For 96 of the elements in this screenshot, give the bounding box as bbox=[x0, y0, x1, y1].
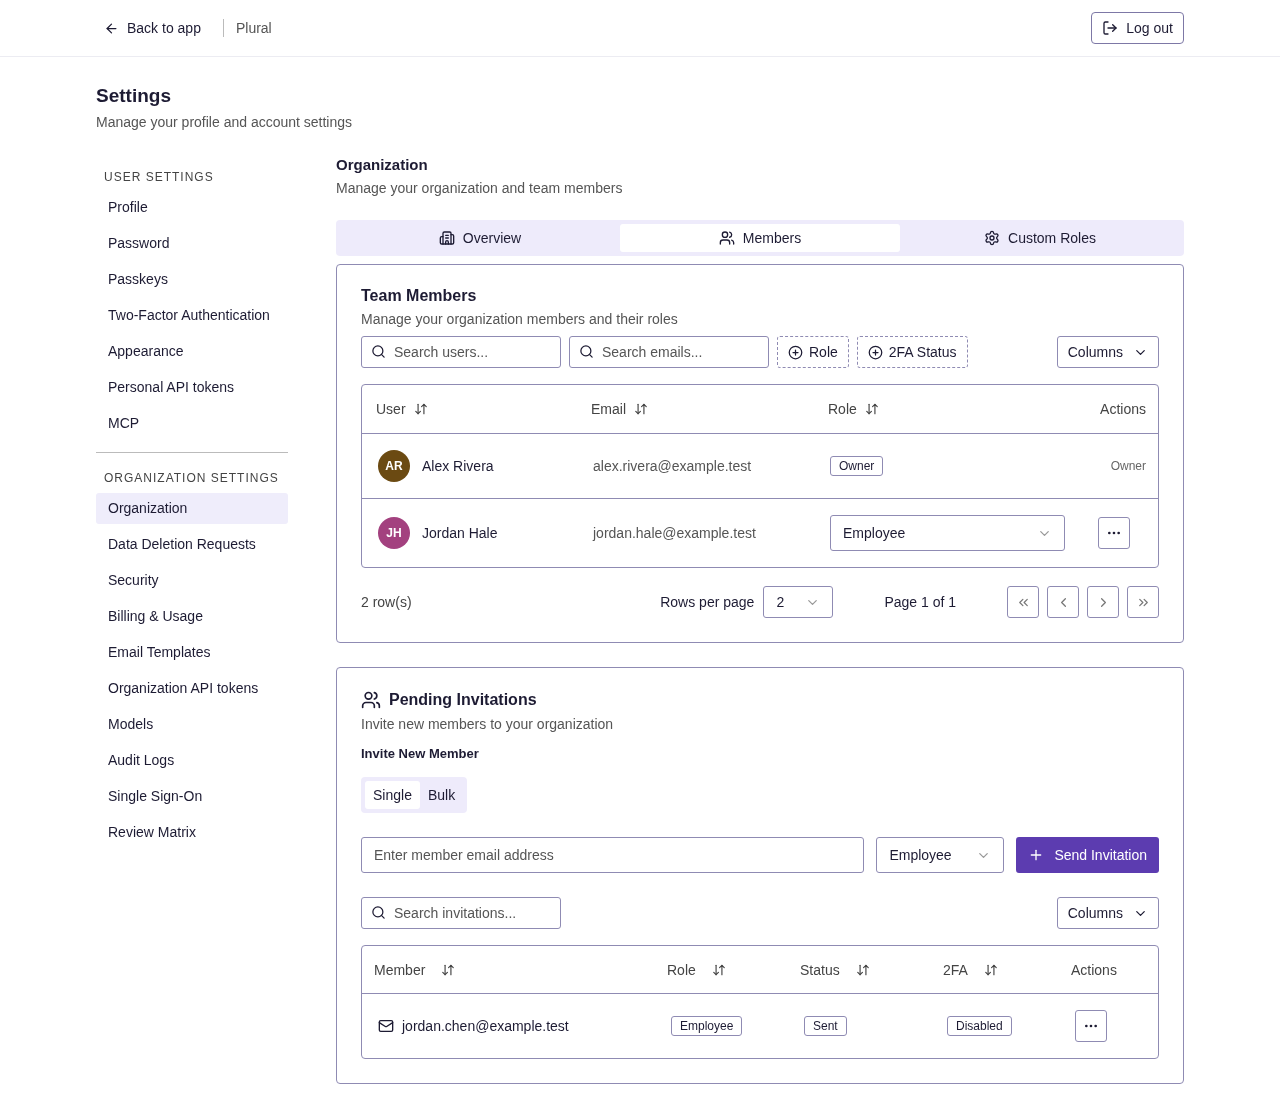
sidebar-item[interactable]: Models bbox=[96, 709, 288, 740]
logout-icon bbox=[1102, 20, 1119, 36]
send-invitation-button[interactable]: Send Invitation bbox=[1016, 837, 1159, 873]
column-header: 2FA bbox=[943, 961, 968, 978]
sort-icon[interactable] bbox=[413, 402, 428, 416]
last-page-button[interactable] bbox=[1127, 586, 1159, 618]
sidebar-item[interactable]: Security bbox=[96, 565, 288, 596]
search-field[interactable]: Search users... bbox=[361, 336, 561, 368]
filter-button[interactable]: Role bbox=[777, 336, 849, 368]
section-title: Organization bbox=[336, 156, 429, 173]
more-button[interactable] bbox=[1098, 517, 1130, 549]
column-header: User bbox=[376, 401, 406, 417]
avatar: JH bbox=[378, 517, 410, 549]
column-header: Role bbox=[667, 961, 696, 978]
action-text: Owner bbox=[1110, 459, 1146, 473]
back-link[interactable]: Back to app bbox=[104, 20, 211, 36]
card-title: Pending Invitations bbox=[389, 691, 537, 709]
page-subtitle: Manage your profile and account settings bbox=[96, 114, 354, 130]
sidebar-item[interactable]: Billing & Usage bbox=[96, 601, 288, 632]
search-icon bbox=[371, 344, 386, 359]
next-page-button[interactable] bbox=[1087, 586, 1119, 618]
sidebar-item[interactable]: Passkeys bbox=[96, 264, 288, 295]
row-count: 2 row(s) bbox=[361, 594, 412, 610]
mail-icon bbox=[378, 1018, 394, 1034]
more-button[interactable] bbox=[1075, 1010, 1107, 1042]
logout-button[interactable]: Log out bbox=[1091, 12, 1184, 44]
sidebar-item[interactable]: Personal API tokens bbox=[96, 372, 288, 403]
sidebar-item[interactable]: Organization bbox=[96, 493, 288, 524]
rows-per-page-label: Rows per page bbox=[660, 594, 755, 610]
columns-button[interactable]: Columns bbox=[1056, 897, 1159, 929]
app-name: Plural bbox=[235, 20, 272, 36]
sort-icon[interactable] bbox=[634, 402, 648, 416]
role-select[interactable]: Employee bbox=[830, 515, 1065, 551]
tab[interactable]: Custom Roles bbox=[900, 224, 1180, 252]
settings-icon bbox=[984, 230, 1001, 246]
first-page-button[interactable] bbox=[1007, 586, 1039, 618]
card-subtitle: Manage your organization members and their roles bbox=[361, 311, 679, 327]
user-name: Jordan Hale bbox=[422, 525, 498, 541]
sidebar-item[interactable]: Password bbox=[96, 228, 288, 259]
sidebar-item[interactable]: Single Sign-On bbox=[96, 781, 288, 812]
role-select[interactable]: Employee bbox=[876, 837, 1005, 873]
sort-icon[interactable] bbox=[441, 962, 456, 977]
search-icon bbox=[579, 344, 594, 359]
sidebar-heading: ORGANIZATION SETTINGS bbox=[103, 470, 280, 487]
column-header: Actions bbox=[1071, 961, 1117, 978]
column-header: Email bbox=[591, 401, 626, 417]
search-field[interactable]: Search emails... bbox=[569, 336, 769, 368]
tab[interactable]: Members bbox=[620, 224, 900, 252]
sidebar-item[interactable]: Two-Factor Authentication bbox=[96, 300, 288, 331]
card-title: Team Members bbox=[361, 287, 478, 305]
role-tag: Employee bbox=[671, 1016, 743, 1036]
sidebar-item[interactable]: Profile bbox=[96, 192, 288, 223]
users-icon bbox=[718, 230, 735, 246]
status-tag: Sent bbox=[804, 1016, 847, 1036]
avatar: AR bbox=[378, 450, 410, 482]
user-name: Alex Rivera bbox=[422, 458, 494, 474]
search-field[interactable]: Search invitations... bbox=[361, 897, 561, 929]
sort-icon[interactable] bbox=[864, 402, 879, 416]
sidebar-item[interactable]: Email Templates bbox=[96, 637, 288, 668]
column-header: Member bbox=[374, 961, 426, 978]
sort-icon[interactable] bbox=[855, 962, 870, 977]
sidebar-item[interactable]: Appearance bbox=[96, 336, 288, 367]
building-icon bbox=[438, 230, 455, 246]
section-subtitle: Manage your organization and team members bbox=[336, 180, 624, 196]
users-icon bbox=[361, 690, 381, 710]
form-label: Invite New Member bbox=[361, 746, 480, 761]
role-tag: Owner bbox=[830, 456, 884, 476]
email-text: jordan.chen@example.test bbox=[402, 1018, 569, 1034]
sort-icon[interactable] bbox=[983, 962, 998, 977]
rows-per-page-select[interactable]: 2 bbox=[763, 586, 834, 618]
sidebar-item[interactable]: Organization API tokens bbox=[96, 673, 288, 704]
columns-button[interactable]: Columns bbox=[1056, 336, 1159, 368]
page-indicator: Page 1 of 1 bbox=[884, 594, 956, 610]
sidebar-item[interactable]: MCP bbox=[96, 408, 288, 439]
mode-option[interactable]: Single bbox=[365, 781, 420, 809]
filter-button[interactable]: 2FA Status bbox=[856, 336, 968, 368]
column-header: Status bbox=[800, 961, 840, 978]
sort-icon[interactable] bbox=[711, 962, 726, 977]
sidebar-item[interactable]: Review Matrix bbox=[96, 817, 288, 848]
plus-circle-icon bbox=[867, 344, 883, 360]
sidebar-heading: USER SETTINGS bbox=[103, 169, 215, 186]
plus-circle-icon bbox=[788, 344, 803, 360]
card-subtitle: Invite new members to your organization bbox=[361, 716, 615, 732]
tab[interactable]: Overview bbox=[340, 224, 620, 252]
search-icon bbox=[371, 905, 386, 920]
mode-option[interactable]: Bulk bbox=[419, 781, 464, 809]
previous-page-button[interactable] bbox=[1047, 586, 1079, 618]
email-field[interactable]: Enter member email address bbox=[361, 837, 865, 873]
sidebar-item[interactable]: Audit Logs bbox=[96, 745, 288, 776]
column-header: Actions bbox=[1100, 401, 1146, 417]
page-title: Settings bbox=[96, 85, 172, 107]
twofa-tag: Disabled bbox=[947, 1016, 1012, 1036]
column-header: Role bbox=[828, 401, 857, 417]
sidebar-item[interactable]: Data Deletion Requests bbox=[96, 529, 288, 560]
email-text: alex.rivera@example.test bbox=[593, 458, 752, 474]
email-text: jordan.hale@example.test bbox=[593, 525, 756, 541]
